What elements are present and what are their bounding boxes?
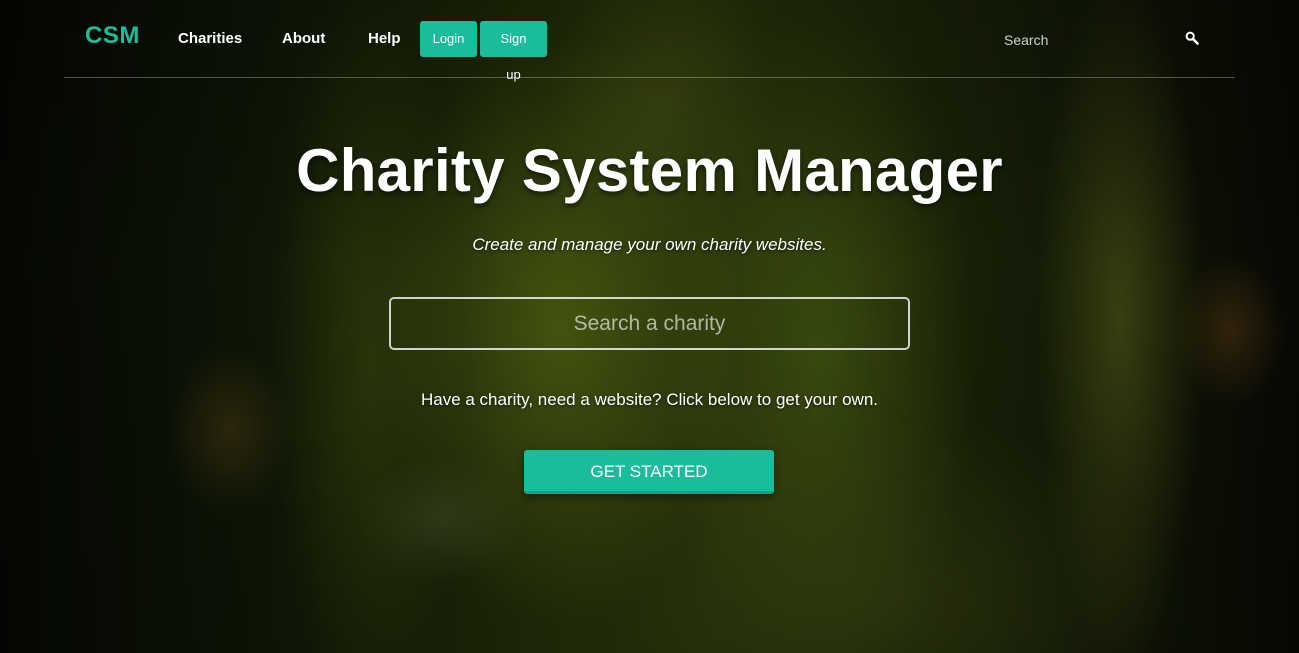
nav-link-help[interactable]: Help	[368, 30, 401, 47]
search-icon[interactable]	[1185, 31, 1199, 45]
page: CSM Charities About Help Login Sign up C…	[0, 0, 1299, 653]
navbar: CSM Charities About Help Login Sign up	[64, 0, 1235, 82]
nav-search-input[interactable]	[1002, 28, 1206, 52]
signup-button[interactable]: Sign up	[480, 21, 547, 82]
get-started-button[interactable]: GET STARTED	[524, 450, 774, 494]
nav-link-about[interactable]: About	[282, 30, 325, 47]
hero-prompt: Have a charity, need a website? Click be…	[420, 390, 879, 409]
brand-logo[interactable]: CSM	[85, 22, 140, 50]
login-button[interactable]: Login	[420, 21, 477, 57]
hero-subtitle: Create and manage your own charity websi…	[472, 235, 827, 254]
nav-link-charities[interactable]: Charities	[178, 30, 242, 47]
charity-search-input[interactable]	[389, 297, 910, 350]
hero-title: Charity System Manager	[296, 137, 1003, 204]
